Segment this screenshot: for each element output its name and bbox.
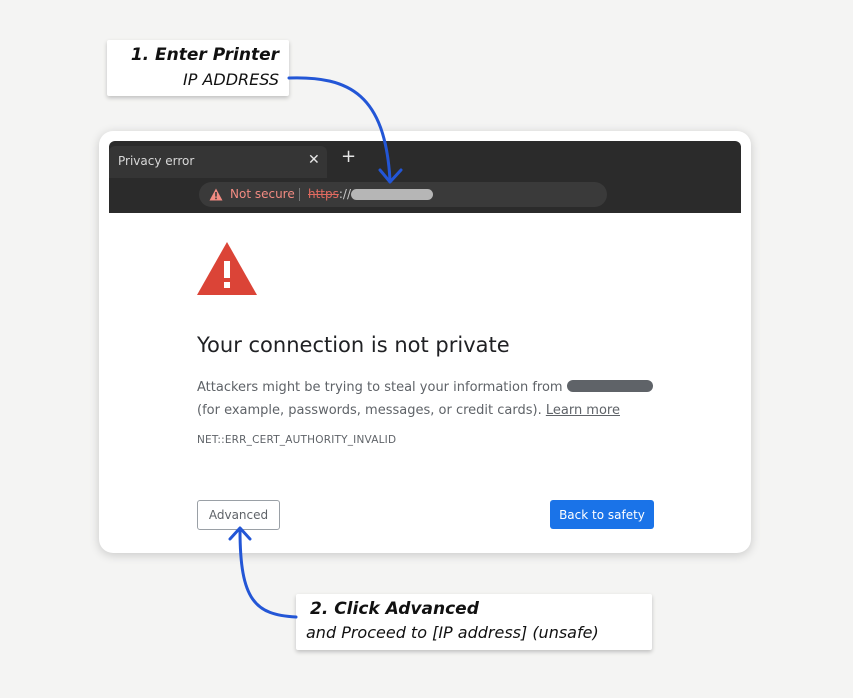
- browser-chrome: Privacy error ✕ + Not secure https://: [109, 141, 741, 213]
- description-end: (for example, passwords, messages, or cr…: [197, 403, 546, 418]
- callout-step-1-subtitle: IP ADDRESS: [182, 70, 279, 89]
- address-bar[interactable]: Not secure https://: [199, 182, 607, 207]
- description-start: Attackers might be trying to steal your …: [197, 380, 567, 395]
- plus-icon[interactable]: +: [341, 148, 356, 166]
- tab-title: Privacy error: [118, 154, 195, 168]
- not-secure-label[interactable]: Not secure: [230, 187, 295, 201]
- callout-step-1-title: 1. Enter Printer: [130, 45, 279, 65]
- callout-step-1: 1. Enter Printer IP ADDRESS: [107, 40, 289, 96]
- learn-more-link[interactable]: Learn more: [546, 403, 620, 418]
- url-separator: ://: [338, 187, 352, 201]
- browser-window: Privacy error ✕ + Not secure https:// Yo…: [99, 131, 751, 553]
- page-title: Your connection is not private: [197, 333, 510, 357]
- redacted-domain: [566, 380, 653, 392]
- callout-step-2-title: 2. Click Advanced: [310, 599, 479, 619]
- omnibox-divider: [299, 188, 300, 201]
- callout-step-2-subtitle: and Proceed to [IP address] (unsafe): [306, 623, 599, 642]
- error-description: Attackers might be trying to steal your …: [197, 376, 667, 422]
- tutorial-canvas: Privacy error ✕ + Not secure https:// Yo…: [0, 0, 853, 698]
- url-scheme: https: [308, 187, 339, 201]
- warning-triangle-icon: [197, 242, 257, 295]
- url-redacted-host: [351, 189, 433, 200]
- callout-step-2: 2. Click Advanced and Proceed to [IP add…: [296, 594, 652, 650]
- close-icon[interactable]: ✕: [308, 152, 320, 168]
- url-scheme-text: https://: [308, 187, 351, 201]
- warning-triangle-icon[interactable]: [209, 188, 223, 201]
- back-to-safety-button[interactable]: Back to safety: [550, 500, 654, 529]
- advanced-button[interactable]: Advanced: [197, 500, 280, 530]
- tab-privacy-error[interactable]: Privacy error ✕: [109, 146, 327, 178]
- error-code: NET::ERR_CERT_AUTHORITY_INVALID: [197, 434, 397, 446]
